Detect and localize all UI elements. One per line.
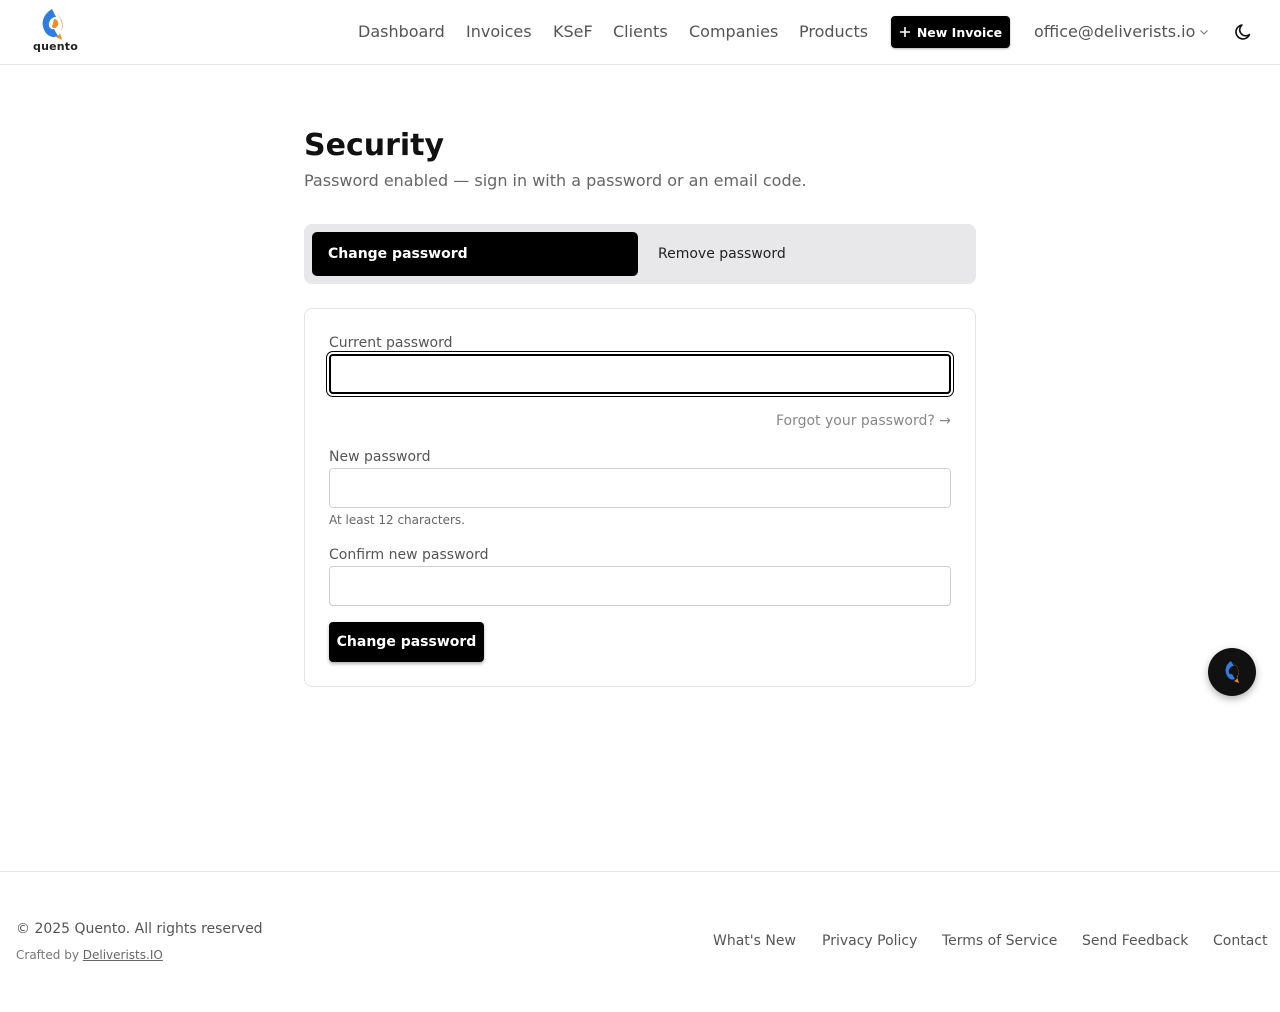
page-title: Security <box>304 128 445 163</box>
current-password-input[interactable] <box>329 354 951 394</box>
account-email: office@deliverists.io <box>1034 22 1196 41</box>
quento-logo-icon <box>42 9 63 40</box>
footer-link-whats-new[interactable]: What's New <box>713 933 796 949</box>
confirm-password-input[interactable] <box>329 566 951 606</box>
current-password-label: Current password <box>329 335 453 351</box>
password-tabs: Change password Remove password <box>304 224 976 284</box>
nav-ksef[interactable]: KSeF <box>553 22 593 41</box>
quento-logo-icon <box>1225 661 1239 683</box>
new-password-hint: At least 12 characters. <box>329 513 465 527</box>
footer-link-privacy-policy[interactable]: Privacy Policy <box>822 933 917 949</box>
crafted-by: Crafted by Deliverists.IO <box>16 948 163 962</box>
top-header: quento Dashboard Invoices KSeF Clients C… <box>0 0 1280 65</box>
tab-change-password[interactable]: Change password <box>312 232 638 276</box>
nav-invoices[interactable]: Invoices <box>466 22 532 41</box>
footer-link-send-feedback[interactable]: Send Feedback <box>1082 933 1188 949</box>
chevron-down-icon <box>1200 29 1209 35</box>
change-password-button[interactable]: Change password <box>329 622 484 662</box>
new-invoice-label: New Invoice <box>916 24 1003 40</box>
page-footer: © 2025 Quento. All rights reserved Craft… <box>0 871 1280 1012</box>
new-password-input[interactable] <box>329 468 951 508</box>
nav-companies[interactable]: Companies <box>689 22 778 41</box>
assistant-button[interactable] <box>1208 648 1256 696</box>
footer-link-contact[interactable]: Contact <box>1213 933 1267 949</box>
deliverists-link[interactable]: Deliverists.IO <box>83 948 163 962</box>
nav-clients[interactable]: Clients <box>613 22 668 41</box>
page-subtitle: Password enabled — sign in with a passwo… <box>304 171 807 190</box>
account-menu[interactable]: office@deliverists.io <box>1034 22 1209 41</box>
tab-remove-password[interactable]: Remove password <box>658 232 786 276</box>
moon-icon[interactable] <box>1234 22 1254 42</box>
new-invoice-button[interactable]: New Invoice <box>891 16 1010 48</box>
new-password-label: New password <box>329 449 431 465</box>
change-password-form: Current password Forgot your password? →… <box>304 308 976 687</box>
plus-icon <box>899 27 910 37</box>
nav-dashboard[interactable]: Dashboard <box>358 22 445 41</box>
crafted-prefix: Crafted by <box>16 948 79 962</box>
forgot-password-link[interactable]: Forgot your password? → <box>776 413 951 429</box>
footer-link-terms-of-service[interactable]: Terms of Service <box>942 933 1057 949</box>
confirm-password-label: Confirm new password <box>329 547 489 563</box>
logo-wordmark: quento <box>33 40 79 53</box>
nav-products[interactable]: Products <box>799 22 868 41</box>
copyright-text: © 2025 Quento. All rights reserved <box>16 921 263 937</box>
